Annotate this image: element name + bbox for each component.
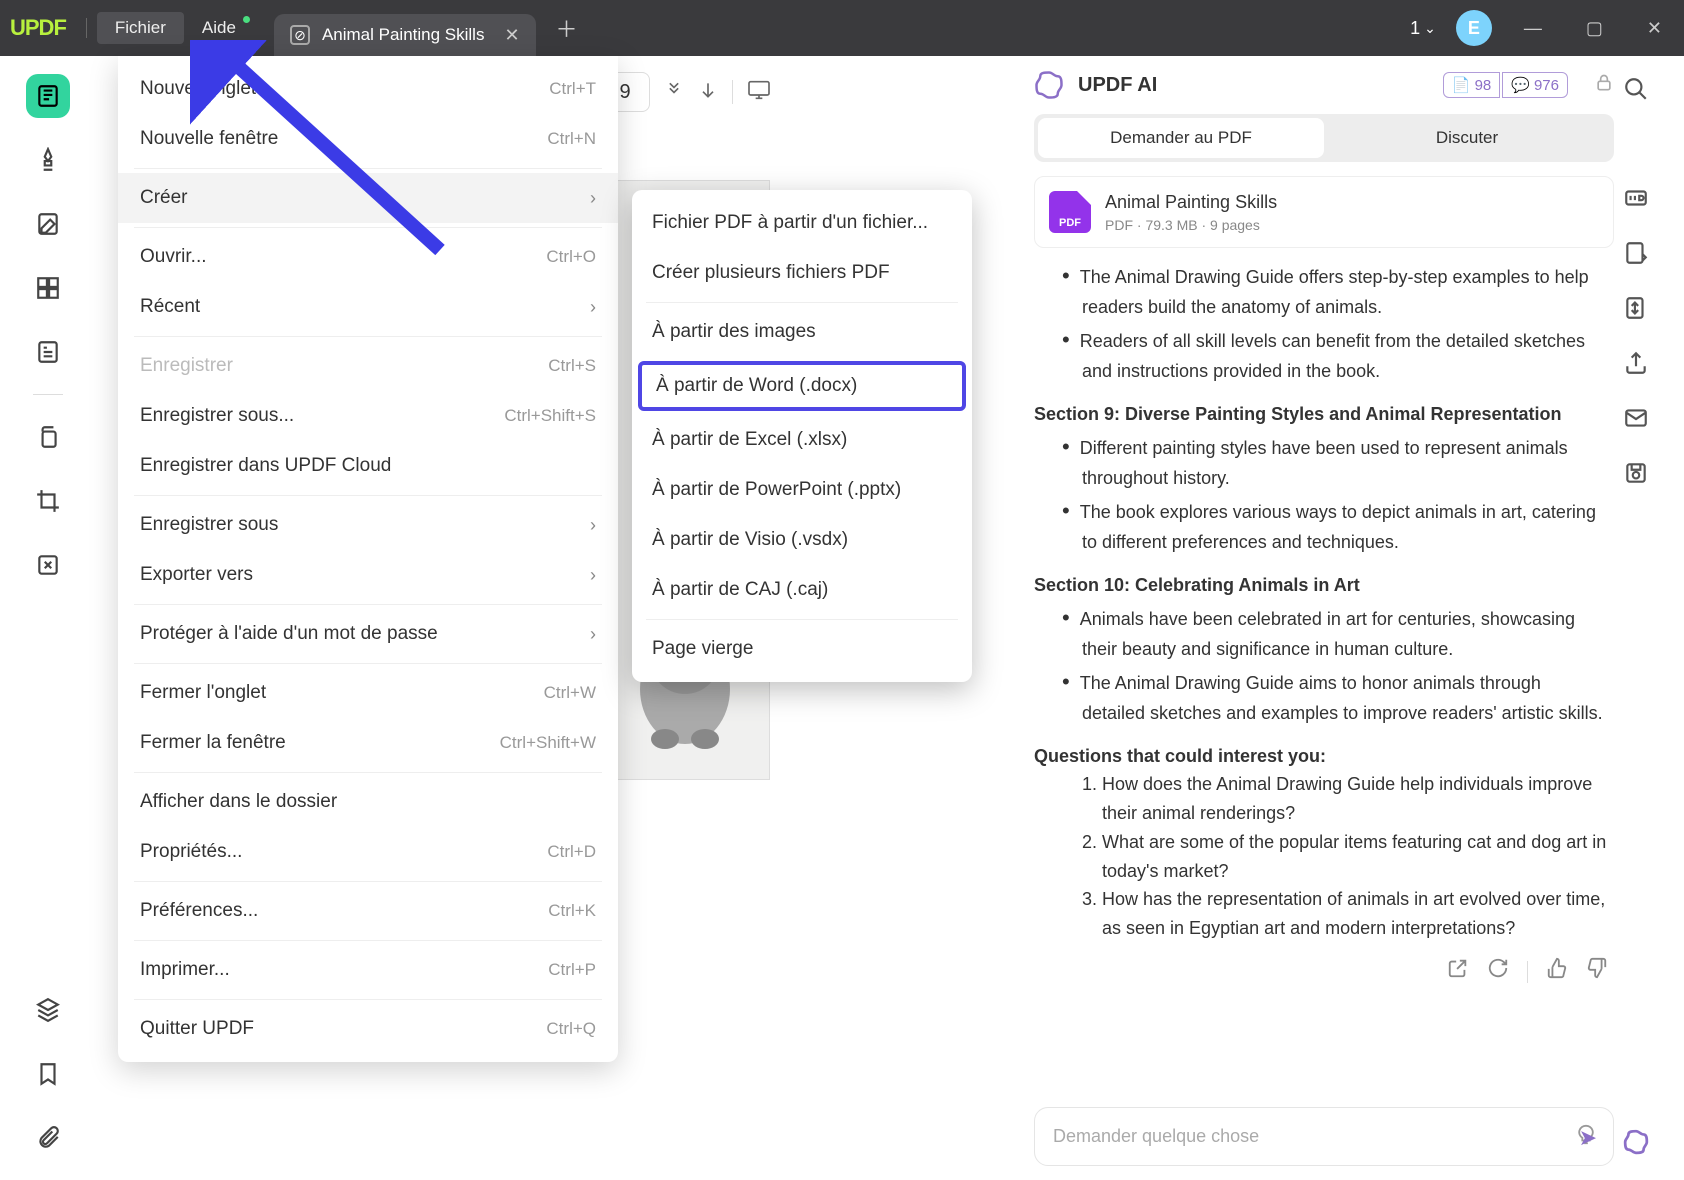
presentation-icon[interactable] bbox=[747, 80, 771, 105]
new-tab-button[interactable]: ＋ bbox=[556, 12, 578, 44]
menu-create[interactable]: Créer› bbox=[118, 173, 618, 223]
menu-save: EnregistrerCtrl+S bbox=[118, 341, 618, 391]
extract-tool[interactable] bbox=[26, 543, 70, 587]
menu-properties[interactable]: Propriétés...Ctrl+D bbox=[118, 827, 618, 877]
page-dropdown-icon[interactable] bbox=[664, 80, 684, 105]
ai-input-placeholder: Demander quelque chose bbox=[1053, 1126, 1595, 1147]
user-avatar[interactable]: E bbox=[1456, 10, 1492, 46]
submenu-from-ppt[interactable]: À partir de PowerPoint (.pptx) bbox=[632, 465, 972, 515]
ai-response-actions bbox=[1034, 957, 1608, 988]
pages-tool[interactable] bbox=[26, 266, 70, 310]
ai-doc-name: Animal Painting Skills bbox=[1105, 192, 1277, 213]
tab-title: Animal Painting Skills bbox=[322, 25, 485, 45]
submenu-from-images[interactable]: À partir des images bbox=[632, 307, 972, 357]
create-submenu: Fichier PDF à partir d'un fichier... Cré… bbox=[632, 190, 972, 682]
app-logo: UPDF bbox=[10, 15, 66, 41]
ai-tabs: Demander au PDF Discuter bbox=[1034, 114, 1614, 162]
menu-quit[interactable]: Quitter UPDFCtrl+Q bbox=[118, 1004, 618, 1054]
copy-tool[interactable] bbox=[26, 415, 70, 459]
menu-new-window[interactable]: Nouvelle fenêtreCtrl+N bbox=[118, 114, 618, 164]
page-down-icon[interactable] bbox=[698, 80, 718, 105]
ai-panel: UPDF AI 📄98 💬976 Demander au PDF Discute… bbox=[1034, 70, 1614, 1166]
save-icon[interactable] bbox=[1623, 460, 1649, 491]
submenu-from-visio[interactable]: À partir de Visio (.vsdx) bbox=[632, 515, 972, 565]
menu-recent[interactable]: Récent› bbox=[118, 282, 618, 332]
open-external-icon[interactable] bbox=[1447, 957, 1469, 988]
compress-icon[interactable] bbox=[1623, 295, 1649, 326]
menu-print[interactable]: Imprimer...Ctrl+P bbox=[118, 945, 618, 995]
menu-show-folder[interactable]: Afficher dans le dossier bbox=[118, 777, 618, 827]
pdf-icon: PDF bbox=[1049, 191, 1091, 233]
submenu-from-file[interactable]: Fichier PDF à partir d'un fichier... bbox=[632, 198, 972, 248]
help-notification-dot bbox=[243, 16, 250, 23]
edit-tool[interactable] bbox=[26, 202, 70, 246]
close-tab-icon[interactable]: ✕ bbox=[504, 25, 519, 46]
menu-new-tab[interactable]: Nouvel ongletCtrl+T bbox=[118, 64, 618, 114]
left-toolbar bbox=[18, 56, 78, 1180]
ai-doc-meta: PDF · 79.3 MB · 9 pages bbox=[1105, 217, 1277, 233]
thumbs-up-icon[interactable] bbox=[1546, 957, 1568, 988]
ocr-icon[interactable] bbox=[1623, 185, 1649, 216]
ai-input-box[interactable]: Demander quelque chose ➤ bbox=[1034, 1107, 1614, 1166]
crop-tool[interactable] bbox=[26, 479, 70, 523]
submenu-blank[interactable]: Page vierge bbox=[632, 624, 972, 674]
menu-close-window[interactable]: Fermer la fenêtreCtrl+Shift+W bbox=[118, 718, 618, 768]
document-tab[interactable]: ⊘ Animal Painting Skills ✕ bbox=[274, 14, 536, 56]
highlight-tool[interactable] bbox=[26, 138, 70, 182]
submenu-from-word[interactable]: À partir de Word (.docx) bbox=[638, 361, 966, 411]
attachment-tool[interactable] bbox=[26, 1116, 70, 1160]
layers-tool[interactable] bbox=[26, 988, 70, 1032]
page-navigation: 9 bbox=[600, 72, 771, 112]
ai-logo-icon bbox=[1034, 70, 1064, 100]
ai-badge-1[interactable]: 📄98 bbox=[1443, 72, 1500, 98]
convert-icon[interactable] bbox=[1623, 240, 1649, 271]
tab-chat[interactable]: Discuter bbox=[1324, 118, 1610, 158]
menu-close-tab[interactable]: Fermer l'ongletCtrl+W bbox=[118, 668, 618, 718]
menu-preferences[interactable]: Préférences...Ctrl+K bbox=[118, 886, 618, 936]
search-icon[interactable] bbox=[1623, 76, 1649, 107]
ai-title: UPDF AI bbox=[1078, 74, 1157, 97]
ai-response-content: The Animal Drawing Guide offers step-by-… bbox=[1034, 258, 1614, 1107]
sync-count[interactable]: 1 ⌄ bbox=[1410, 18, 1436, 39]
tab-ask-pdf[interactable]: Demander au PDF bbox=[1038, 118, 1324, 158]
submenu-from-caj[interactable]: À partir de CAJ (.caj) bbox=[632, 565, 972, 615]
ai-header: UPDF AI 📄98 💬976 bbox=[1034, 70, 1614, 100]
close-window-button[interactable]: ✕ bbox=[1635, 18, 1674, 39]
form-tool[interactable] bbox=[26, 330, 70, 374]
refresh-icon[interactable] bbox=[1487, 957, 1509, 988]
help-menu-button[interactable]: Aide bbox=[184, 12, 254, 44]
file-menu-button[interactable]: Fichier bbox=[97, 12, 184, 44]
pdf-tab-icon: ⊘ bbox=[290, 25, 310, 45]
titlebar: UPDF Fichier Aide ⊘ Animal Painting Skil… bbox=[0, 0, 1684, 56]
send-icon[interactable]: ➤ bbox=[1579, 1125, 1597, 1151]
thumbs-down-icon[interactable] bbox=[1586, 957, 1608, 988]
ai-badge-2[interactable]: 💬976 bbox=[1502, 72, 1568, 98]
reader-tool[interactable] bbox=[26, 74, 70, 118]
ai-toggle-icon[interactable] bbox=[1623, 1129, 1649, 1155]
submenu-from-excel[interactable]: À partir de Excel (.xlsx) bbox=[632, 415, 972, 465]
maximize-button[interactable]: ▢ bbox=[1574, 18, 1615, 39]
menu-save-under[interactable]: Enregistrer sous› bbox=[118, 500, 618, 550]
bookmark-tool[interactable] bbox=[26, 1052, 70, 1096]
menu-open[interactable]: Ouvrir...Ctrl+O bbox=[118, 232, 618, 282]
right-toolbar bbox=[1606, 56, 1666, 1180]
submenu-multiple[interactable]: Créer plusieurs fichiers PDF bbox=[632, 248, 972, 298]
minimize-button[interactable]: — bbox=[1512, 18, 1554, 39]
share-icon[interactable] bbox=[1623, 350, 1649, 381]
menu-save-as[interactable]: Enregistrer sous...Ctrl+Shift+S bbox=[118, 391, 618, 441]
file-menu-dropdown: Nouvel ongletCtrl+T Nouvelle fenêtreCtrl… bbox=[118, 56, 618, 1062]
menu-protect[interactable]: Protéger à l'aide d'un mot de passe› bbox=[118, 609, 618, 659]
email-icon[interactable] bbox=[1623, 405, 1649, 436]
ai-document-card[interactable]: PDF Animal Painting Skills PDF · 79.3 MB… bbox=[1034, 176, 1614, 248]
menu-export[interactable]: Exporter vers› bbox=[118, 550, 618, 600]
menu-save-cloud[interactable]: Enregistrer dans UPDF Cloud bbox=[118, 441, 618, 491]
